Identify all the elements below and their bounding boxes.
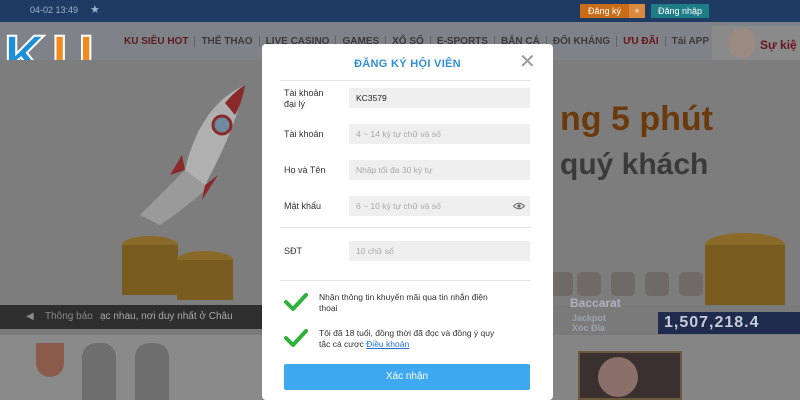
fullname-label: Họ và Tên: [284, 165, 326, 175]
promo-text-line1: Nhận thông tin khuyến mãi qua tin nhắn đ…: [319, 292, 488, 302]
rocket-illustration: [140, 85, 245, 225]
promo-girl-image: [728, 28, 756, 58]
terms-link[interactable]: Điều khoản: [366, 339, 409, 349]
promo-checkbox[interactable]: [284, 292, 308, 312]
modal-title: ĐĂNG KÝ HỘI VIÊN: [354, 58, 461, 70]
top-bar: 04-02 13:49 ★ Đăng ký + Đăng nhập: [0, 0, 800, 22]
hero-headline: ng 5 phút: [560, 100, 713, 138]
game-icons-strip: [527, 272, 800, 302]
confirm-button[interactable]: Xác nhận: [284, 364, 530, 390]
promo-text-line2: thoại: [319, 303, 338, 313]
event-banner[interactable]: Sự kiệ: [712, 26, 800, 60]
nav-item-promotions[interactable]: ƯU ĐÃI: [616, 36, 665, 47]
account-label: Tài khoản: [284, 129, 324, 139]
game-icon[interactable]: [611, 272, 635, 296]
hero-subheadline: quý khách: [560, 148, 709, 181]
game-icon[interactable]: [577, 272, 601, 296]
register-modal: ĐĂNG KÝ HỘI VIÊN ✕ Tài khoản đại lý Tài …: [262, 44, 553, 400]
nav-item-ku-hot[interactable]: KU SIÊU HOT: [118, 36, 194, 47]
terms-text-line2: tắc cá cược Điều khoản: [319, 339, 534, 350]
agent-account-label-line1: Tài khoản: [284, 88, 324, 98]
game-icon[interactable]: [679, 272, 703, 296]
player-image: [135, 343, 169, 400]
notice-message[interactable]: ạc nhau, nơi duy nhất ở Châu: [100, 311, 233, 322]
agent-account-label: Tài khoản đại lý: [284, 88, 324, 110]
nav-item-sports[interactable]: THỂ THAO: [194, 36, 258, 47]
clock-time: 04-02 13:49: [30, 5, 79, 15]
terms-checkbox-label: Tôi đã 18 tuổi, đồng thời đã đọc và đồng…: [319, 328, 534, 350]
password-label: Mật khẩu: [284, 201, 322, 211]
game-icon[interactable]: [645, 272, 669, 296]
agent-account-label-line2: đại lý: [284, 99, 306, 109]
divider: [280, 80, 531, 81]
eye-icon[interactable]: [513, 202, 525, 210]
nav-item-download-app[interactable]: Tải APP: [664, 36, 715, 47]
player-image: [82, 343, 116, 400]
register-button-label: Đăng ký: [588, 6, 622, 16]
jackpot-value: 1,507,218.4: [658, 312, 800, 334]
divider: [280, 280, 531, 281]
jackpot-label-line2: Xóc Đĩa: [572, 323, 606, 333]
check-icon: [284, 329, 308, 347]
jackpot-label-line1: Jackpot: [572, 313, 607, 323]
register-button[interactable]: Đăng ký +: [580, 4, 645, 18]
phone-label: SĐT: [284, 246, 302, 256]
jackpot-game-name: Baccarat: [570, 296, 621, 310]
star-icon[interactable]: ★: [90, 3, 100, 16]
event-banner-text: Sự kiệ: [760, 38, 797, 52]
notice-bar: ◀ Thông báo ạc nhau, nơi duy nhất ở Châu: [0, 305, 262, 329]
nav-item-versus[interactable]: ĐỐI KHÁNG: [545, 36, 616, 47]
terms-checkbox[interactable]: [284, 328, 308, 348]
fullname-input[interactable]: [349, 160, 530, 180]
phone-input[interactable]: [349, 241, 530, 261]
close-icon[interactable]: ✕: [519, 52, 536, 72]
divider: [280, 227, 531, 228]
speaker-icon: ◀: [26, 311, 34, 322]
check-icon: [284, 293, 308, 311]
plus-icon: +: [629, 4, 645, 18]
password-input[interactable]: [349, 196, 530, 216]
agent-account-input[interactable]: [349, 88, 530, 108]
account-input[interactable]: [349, 124, 530, 144]
coins-illustration: [122, 236, 233, 300]
notice-label: Thông báo: [45, 311, 93, 322]
login-button[interactable]: Đăng nhập: [651, 4, 709, 18]
terms-text-line1: Tôi đã 18 tuổi, đồng thời đã đọc và đồng…: [319, 328, 495, 338]
terms-text-prefix: tắc cá cược: [319, 339, 367, 349]
dealer-image: [598, 357, 638, 397]
promo-checkbox-label: Nhận thông tin khuyến mãi qua tin nhắn đ…: [319, 292, 534, 314]
jackpot-label: Jackpot Xóc Đĩa: [572, 313, 606, 333]
club-crest-image: [36, 343, 64, 377]
